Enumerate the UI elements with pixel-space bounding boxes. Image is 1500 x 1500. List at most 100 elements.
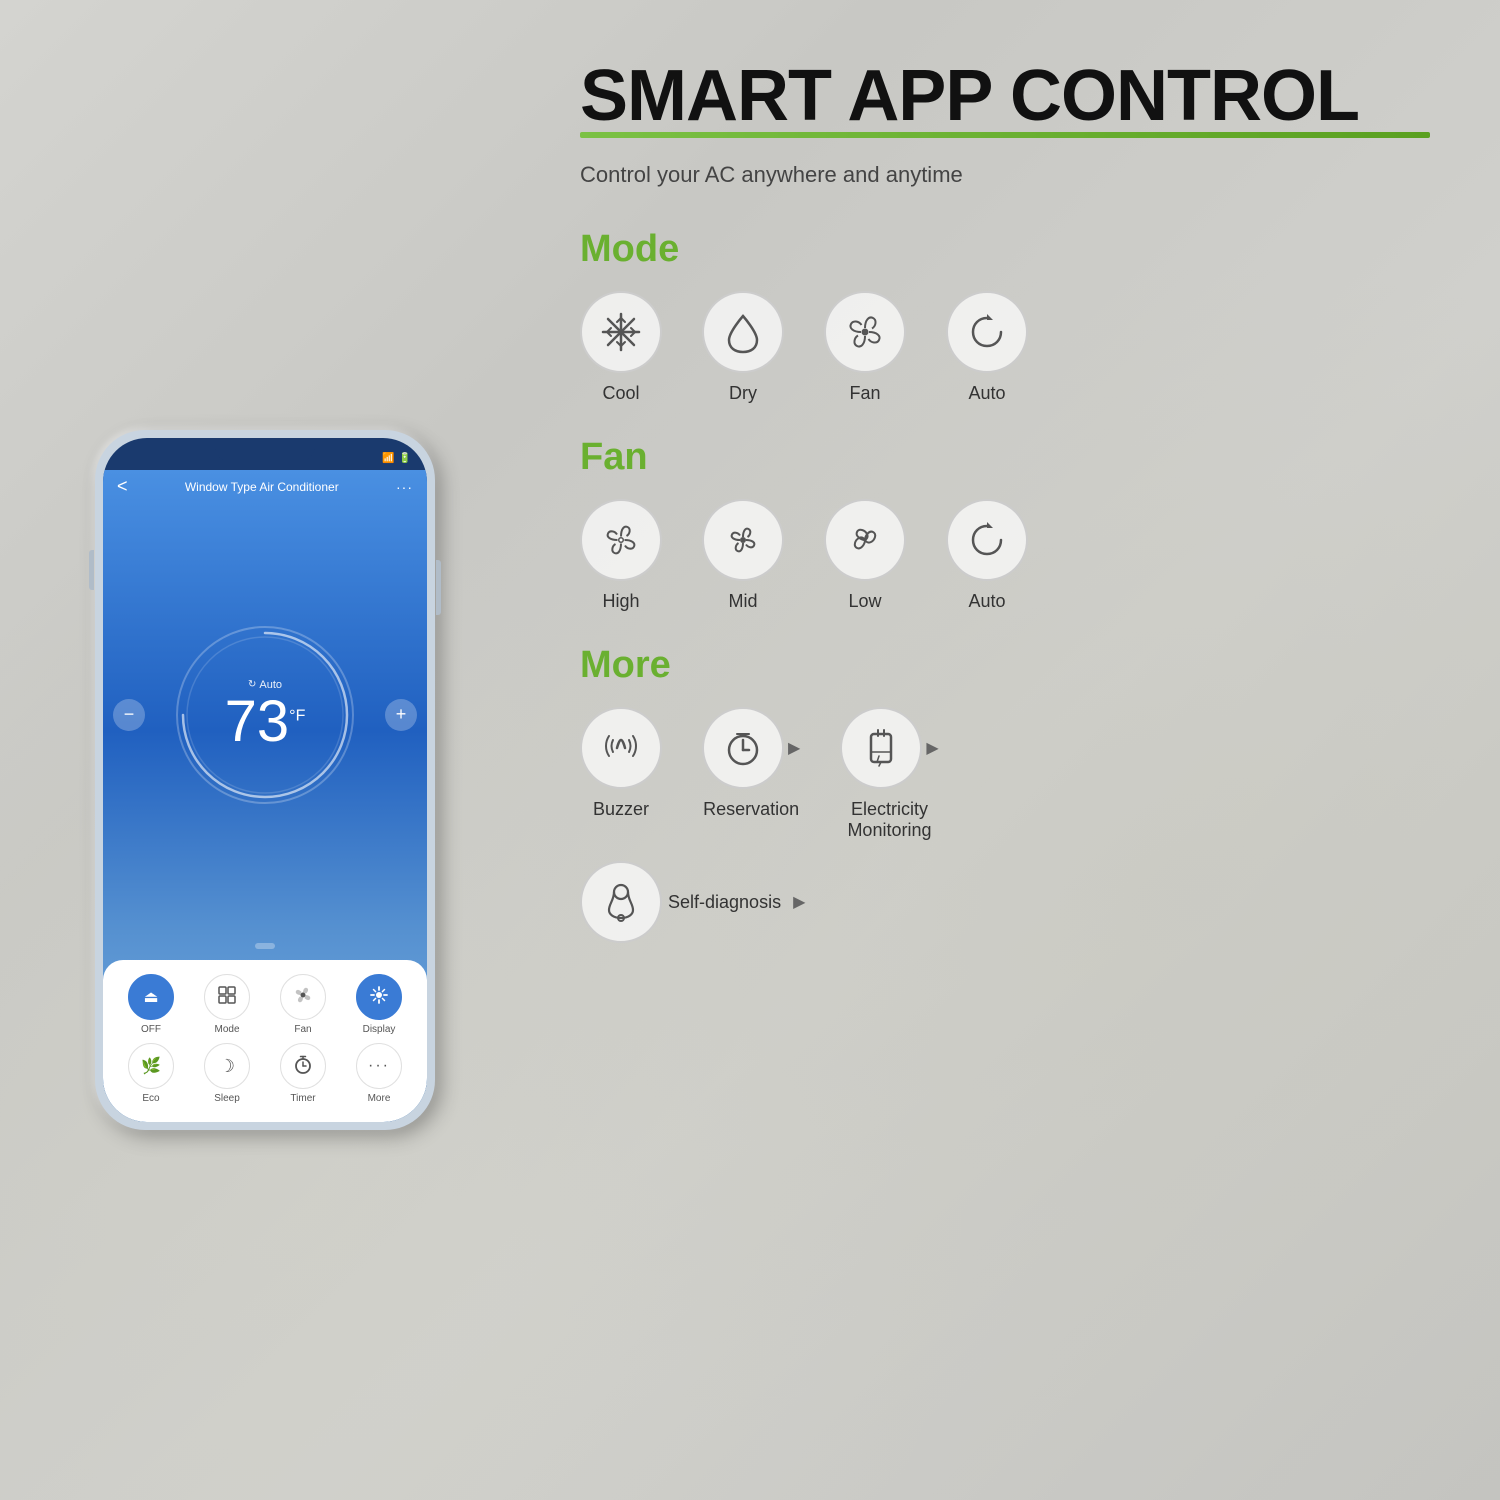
control-eco[interactable]: 🌿 Eco: [120, 1043, 182, 1104]
minus-button[interactable]: −: [113, 699, 145, 731]
status-icons: 📶 🔋: [382, 453, 411, 464]
fan-auto-label: Auto: [968, 591, 1005, 612]
mode-button[interactable]: [204, 974, 250, 1020]
sleep-icon: ☽: [219, 1056, 235, 1077]
off-button[interactable]: ⏏: [128, 974, 174, 1020]
more-options-button[interactable]: ···: [396, 479, 413, 495]
display-icon: [368, 984, 390, 1011]
reservation-icon-circle: [702, 707, 784, 789]
cool-icon-circle: [580, 291, 662, 373]
control-display[interactable]: Display: [348, 974, 410, 1035]
display-label: Display: [363, 1024, 396, 1035]
electricity-item: ▶ ElectricityMonitoring: [840, 707, 938, 841]
fan-auto-circle: [946, 499, 1028, 581]
mode-icons-row: Cool Dry: [580, 291, 1430, 404]
fan-title: Fan: [580, 436, 1430, 479]
control-mode[interactable]: Mode: [196, 974, 258, 1035]
auto-mode-label: Auto: [968, 383, 1005, 404]
dry-label: Dry: [729, 383, 757, 404]
control-fan[interactable]: Fan: [272, 974, 334, 1035]
electricity-row: ▶: [840, 707, 938, 789]
cool-label: Cool: [602, 383, 639, 404]
wifi-icon: 📶: [382, 453, 394, 464]
more-section: More Buzzer: [580, 644, 1430, 943]
subtitle: Control your AC anywhere and anytime: [580, 162, 1430, 188]
fan-button[interactable]: [280, 974, 326, 1020]
controls-panel: ⏏ OFF: [103, 960, 427, 1122]
eco-label: Eco: [142, 1093, 159, 1104]
fan-icon: [292, 984, 314, 1011]
mode-label: ↻ Auto: [225, 679, 306, 691]
buzzer-item: Buzzer: [580, 707, 662, 820]
sleep-label: Sleep: [214, 1093, 240, 1104]
plus-button[interactable]: +: [385, 699, 417, 731]
timer-label: Timer: [290, 1093, 315, 1104]
fan-low: Low: [824, 499, 906, 612]
title-app-control: APP CONTROL: [847, 56, 1359, 136]
temp-unit: °F: [289, 707, 305, 724]
phone-section: 📶 🔋 < Window Type Air Conditioner ··· −: [0, 0, 530, 1500]
temperature: 73°F: [225, 693, 306, 751]
fan-label: Fan: [294, 1024, 311, 1035]
control-more[interactable]: ··· More: [348, 1043, 410, 1104]
power-icon: ⏏: [143, 987, 158, 1007]
more-title: More: [580, 644, 1430, 687]
more-icons-row: Buzzer ▶: [580, 707, 1430, 841]
phone-screen: 📶 🔋 < Window Type Air Conditioner ··· −: [103, 438, 427, 1122]
sleep-button[interactable]: ☽: [204, 1043, 250, 1089]
circle-container: ↻ Auto 73°F: [165, 615, 365, 815]
temp-display: ↻ Auto 73°F: [225, 679, 306, 751]
mode-label: Mode: [214, 1024, 239, 1035]
dry-icon-circle: [702, 291, 784, 373]
electricity-arrow: ▶: [926, 738, 938, 758]
fan-high: High: [580, 499, 662, 612]
back-button[interactable]: <: [117, 476, 128, 497]
reservation-arrow: ▶: [788, 738, 800, 758]
reservation-row: ▶: [702, 707, 800, 789]
self-diagnosis-arrow: ▶: [793, 892, 805, 912]
fan-high-label: High: [602, 591, 639, 612]
ac-screen: < Window Type Air Conditioner ··· −: [103, 470, 427, 1122]
mode-auto: Auto: [946, 291, 1028, 404]
timer-button[interactable]: [280, 1043, 326, 1089]
mode-title: Mode: [580, 228, 1430, 271]
phone-nav: < Window Type Air Conditioner ···: [103, 470, 427, 503]
app-title: Window Type Air Conditioner: [185, 480, 339, 494]
fan-mode-label: Fan: [849, 383, 880, 404]
fan-mid-label: Mid: [728, 591, 757, 612]
eco-button[interactable]: 🌿: [128, 1043, 174, 1089]
mode-icon: [216, 984, 238, 1011]
fan-icon-circle: [824, 291, 906, 373]
self-diagnosis-label: Self-diagnosis: [668, 892, 781, 913]
more-button[interactable]: ···: [356, 1043, 402, 1089]
mode-cool: Cool: [580, 291, 662, 404]
reservation-label: Reservation: [703, 799, 799, 820]
title-line: SMART APP CONTROL: [580, 60, 1430, 132]
controls-row-1: ⏏ OFF: [113, 974, 417, 1035]
phone-notch: [215, 438, 315, 462]
display-button[interactable]: [356, 974, 402, 1020]
control-off[interactable]: ⏏ OFF: [120, 974, 182, 1035]
controls-row-2: 🌿 Eco ☽ Sleep: [113, 1043, 417, 1104]
electricity-label: ElectricityMonitoring: [847, 799, 931, 841]
fan-mid: Mid: [702, 499, 784, 612]
control-timer[interactable]: Timer: [272, 1043, 334, 1104]
self-diagnosis-row: Self-diagnosis ▶: [580, 861, 1430, 943]
fan-auto: Auto: [946, 499, 1028, 612]
fan-section: Fan Hig: [580, 436, 1430, 612]
more-label: More: [368, 1093, 391, 1104]
off-label: OFF: [141, 1024, 161, 1035]
fan-low-label: Low: [848, 591, 881, 612]
timer-icon: [292, 1053, 314, 1080]
buzzer-label: Buzzer: [593, 799, 649, 820]
mode-fan: Fan: [824, 291, 906, 404]
page-title: SMART APP CONTROL: [580, 60, 1430, 154]
thermostat-area: −: [103, 503, 427, 936]
eco-icon: 🌿: [141, 1056, 161, 1076]
fan-high-circle: [580, 499, 662, 581]
phone-frame: 📶 🔋 < Window Type Air Conditioner ··· −: [95, 430, 435, 1130]
self-diagnosis-icon-circle: [580, 861, 662, 943]
fan-icons-row: High Mid: [580, 499, 1430, 612]
indicator-dot: [103, 936, 427, 960]
control-sleep[interactable]: ☽ Sleep: [196, 1043, 258, 1104]
